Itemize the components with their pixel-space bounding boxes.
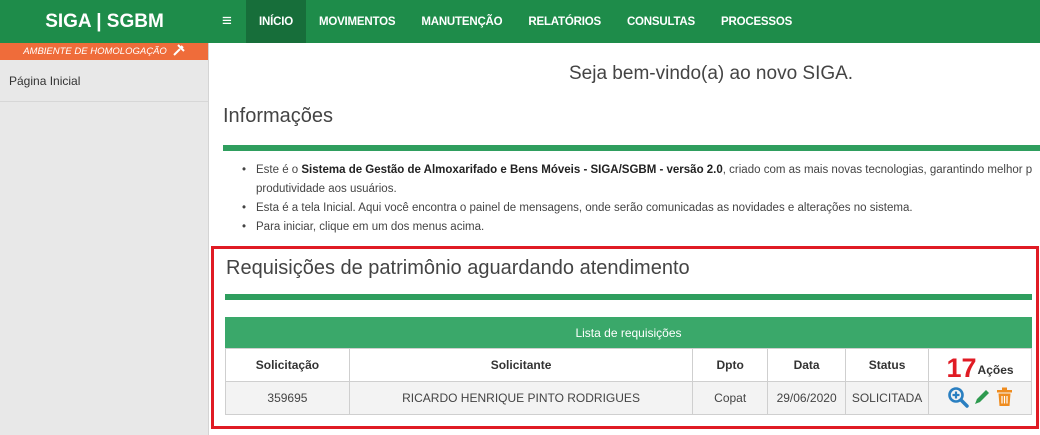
sidebar: AMBIENTE DE HOMOLOGAÇÃO Página Inicial: [0, 43, 209, 435]
welcome-message: Seja bem-vindo(a) ao novo SIGA.: [569, 63, 854, 84]
main-menu: INÍCIO MOVIMENTOS MANUTENÇÃO RELATÓRIOS …: [246, 0, 805, 43]
header-solicitacao[interactable]: Solicitação: [225, 348, 350, 382]
info-list: Este é o Sistema de Gestão de Almoxarifa…: [242, 161, 1040, 237]
header-data[interactable]: Data: [767, 348, 847, 382]
header-solicitante[interactable]: Solicitante: [348, 348, 694, 382]
info-item-continuation: produtividade aos usuários.: [256, 183, 397, 195]
info-item: Para iniciar, clique em um dos menus aci…: [242, 218, 1040, 237]
header-status[interactable]: Status: [845, 348, 930, 382]
tools-icon: [173, 44, 185, 59]
requests-table: Solicitação Solicitante Dpto Data Status…: [225, 348, 1032, 415]
requests-divider: [225, 294, 1032, 300]
info-heading: Informações: [223, 105, 334, 127]
cell-solicitante: RICARDO HENRIQUE PINTO RODRIGUES: [348, 381, 694, 415]
nav-inicio[interactable]: INÍCIO: [246, 0, 306, 43]
sidebar-item-pagina-inicial[interactable]: Página Inicial: [0, 60, 208, 102]
zoom-in-icon[interactable]: [947, 386, 969, 411]
main-content: Seja bem-vindo(a) ao novo SIGA. Informaç…: [209, 43, 1040, 435]
nav-manutencao[interactable]: MANUTENÇÃO: [408, 0, 515, 43]
requests-panel: Requisições de patrimônio aguardando ate…: [211, 246, 1039, 429]
nav-processos[interactable]: PROCESSOS: [708, 0, 805, 43]
annotation-number: 17: [946, 352, 977, 383]
cell-acoes: [928, 381, 1032, 415]
nav-relatorios[interactable]: RELATÓRIOS: [515, 0, 614, 43]
table-header-row: Solicitação Solicitante Dpto Data Status…: [225, 348, 1032, 383]
cell-status: SOLICITADA: [845, 381, 930, 415]
table-row[interactable]: 359695 RICARDO HENRIQUE PINTO RODRIGUES …: [225, 381, 1032, 415]
info-item: Esta é a tela Inicial. Aqui você encontr…: [242, 199, 1040, 218]
requests-heading: Requisições de patrimônio aguardando ate…: [226, 257, 690, 279]
trash-icon[interactable]: [996, 387, 1013, 410]
info-divider: [223, 145, 1040, 151]
pencil-edit-icon[interactable]: [973, 387, 992, 409]
hamburger-icon[interactable]: ≡: [222, 12, 232, 30]
header-dpto[interactable]: Dpto: [692, 348, 769, 382]
environment-banner: AMBIENTE DE HOMOLOGAÇÃO: [0, 43, 208, 60]
brand-logo[interactable]: SIGA | SGBM: [0, 0, 209, 43]
cell-solicitacao: 359695: [225, 381, 350, 415]
cell-data: 29/06/2020: [767, 381, 847, 415]
nav-movimentos[interactable]: MOVIMENTOS: [306, 0, 408, 43]
requests-table-container: Lista de requisições Solicitação Solicit…: [225, 317, 1032, 415]
environment-label: AMBIENTE DE HOMOLOGAÇÃO: [23, 46, 167, 57]
info-item: Este é o Sistema de Gestão de Almoxarifa…: [242, 161, 1040, 180]
nav-consultas[interactable]: CONSULTAS: [614, 0, 708, 43]
table-caption: Lista de requisições: [225, 317, 1032, 348]
cell-dpto: Copat: [692, 381, 769, 415]
header-acoes-label: Ações: [977, 362, 1014, 377]
top-navbar: SIGA | SGBM ≡ INÍCIO MOVIMENTOS MANUTENÇ…: [0, 0, 1040, 43]
header-acoes: 17Ações: [928, 348, 1032, 383]
